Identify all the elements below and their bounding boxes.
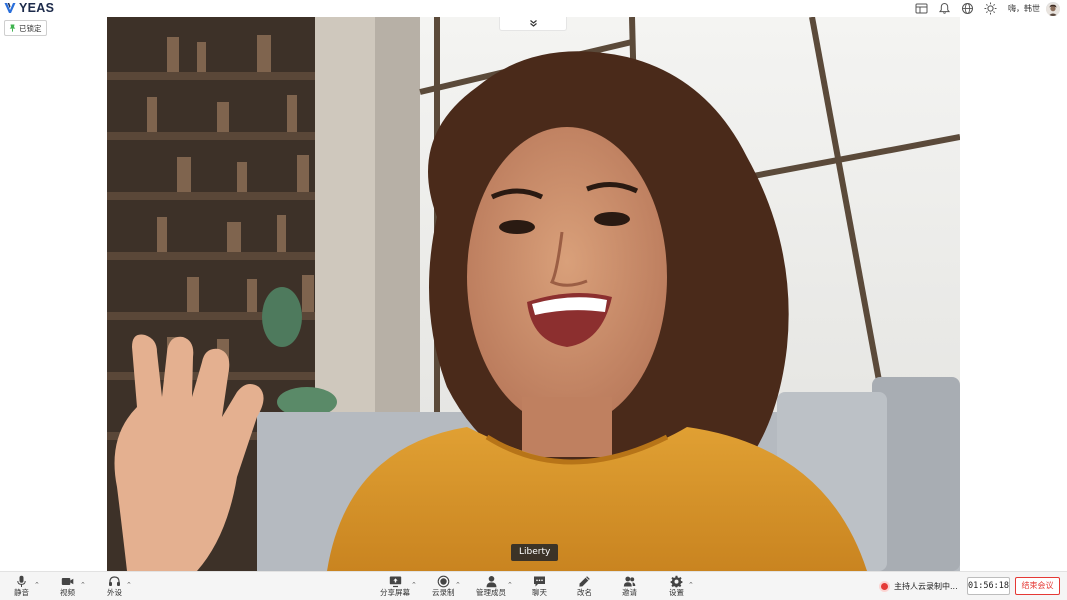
top-bar: YEAS 嗨，韩世 (0, 0, 1067, 17)
audio-device-options-caret[interactable]: ⌃ (126, 581, 132, 589)
manage-members-label: 管理成员 (476, 588, 506, 597)
video-button[interactable]: 视频 (60, 574, 75, 600)
invite-icon (623, 576, 636, 586)
chevron-double-down-icon (529, 20, 537, 27)
recording-indicator-icon (879, 580, 890, 592)
brightness-icon[interactable] (983, 1, 998, 16)
invite-button[interactable]: 邀请 (622, 574, 637, 600)
chat-button[interactable]: 聊天 (532, 574, 547, 600)
chat-icon (534, 576, 545, 586)
share-screen-button[interactable]: 分享屏幕 (380, 574, 410, 600)
settings-label: 设置 (669, 588, 684, 597)
video-options-caret[interactable]: ⌃ (80, 581, 86, 589)
cloud-record-options-caret[interactable]: ⌃ (455, 581, 461, 589)
rename-button[interactable]: 改名 (577, 574, 592, 600)
record-icon (437, 575, 450, 587)
end-meeting-button[interactable]: 结束会议 (1015, 577, 1060, 595)
invite-label: 邀请 (622, 588, 637, 597)
cloud-record-label: 云录制 (432, 588, 455, 597)
mute-options-caret[interactable]: ⌃ (34, 581, 40, 589)
gear-icon (670, 575, 683, 587)
share-screen-options-caret[interactable]: ⌃ (411, 581, 417, 589)
participant-name-tag: Liberty (511, 544, 559, 561)
headset-icon (109, 575, 120, 586)
pencil-icon (579, 575, 590, 587)
meeting-timer: 01:56:18 (967, 577, 1010, 595)
layout-icon[interactable] (914, 1, 929, 16)
mute-label: 静音 (14, 588, 29, 597)
settings-options-caret[interactable]: ⌃ (688, 581, 694, 589)
participant-video[interactable]: Liberty (107, 17, 960, 571)
locked-badge[interactable]: 已锁定 (4, 20, 47, 36)
locked-label: 已锁定 (19, 23, 42, 33)
audio-device-button[interactable]: 外设 (107, 574, 122, 600)
bell-icon[interactable] (937, 1, 952, 16)
screen-share-icon (389, 576, 401, 587)
header-actions: 嗨，韩世 (914, 1, 1067, 16)
settings-button[interactable]: 设置 (669, 574, 684, 600)
pin-icon (9, 24, 16, 32)
camera-icon (61, 577, 74, 585)
logo-text: YEAS (19, 1, 55, 15)
avatar[interactable] (1046, 1, 1060, 16)
recording-status: 主持人云录制中... (879, 578, 958, 594)
manage-members-options-caret[interactable]: ⌃ (507, 581, 513, 589)
cloud-record-button[interactable]: 云录制 (432, 574, 455, 600)
person-icon (486, 575, 496, 587)
logo-mark-icon (4, 3, 16, 13)
rename-label: 改名 (577, 588, 592, 597)
manage-members-button[interactable]: 管理成员 (476, 574, 506, 600)
audio-device-label: 外设 (107, 588, 122, 597)
collapse-header-button[interactable] (499, 17, 567, 31)
video-frame (107, 17, 960, 571)
recording-status-text: 主持人云录制中... (894, 581, 958, 591)
video-label: 视频 (60, 588, 75, 597)
user-greeting: 嗨，韩世 (1008, 4, 1040, 13)
mute-button[interactable]: 静音 (14, 574, 29, 600)
app-logo: YEAS (4, 1, 54, 15)
microphone-icon (17, 575, 26, 587)
chat-label: 聊天 (532, 588, 547, 597)
share-screen-label: 分享屏幕 (380, 588, 410, 597)
globe-icon[interactable] (960, 1, 975, 16)
